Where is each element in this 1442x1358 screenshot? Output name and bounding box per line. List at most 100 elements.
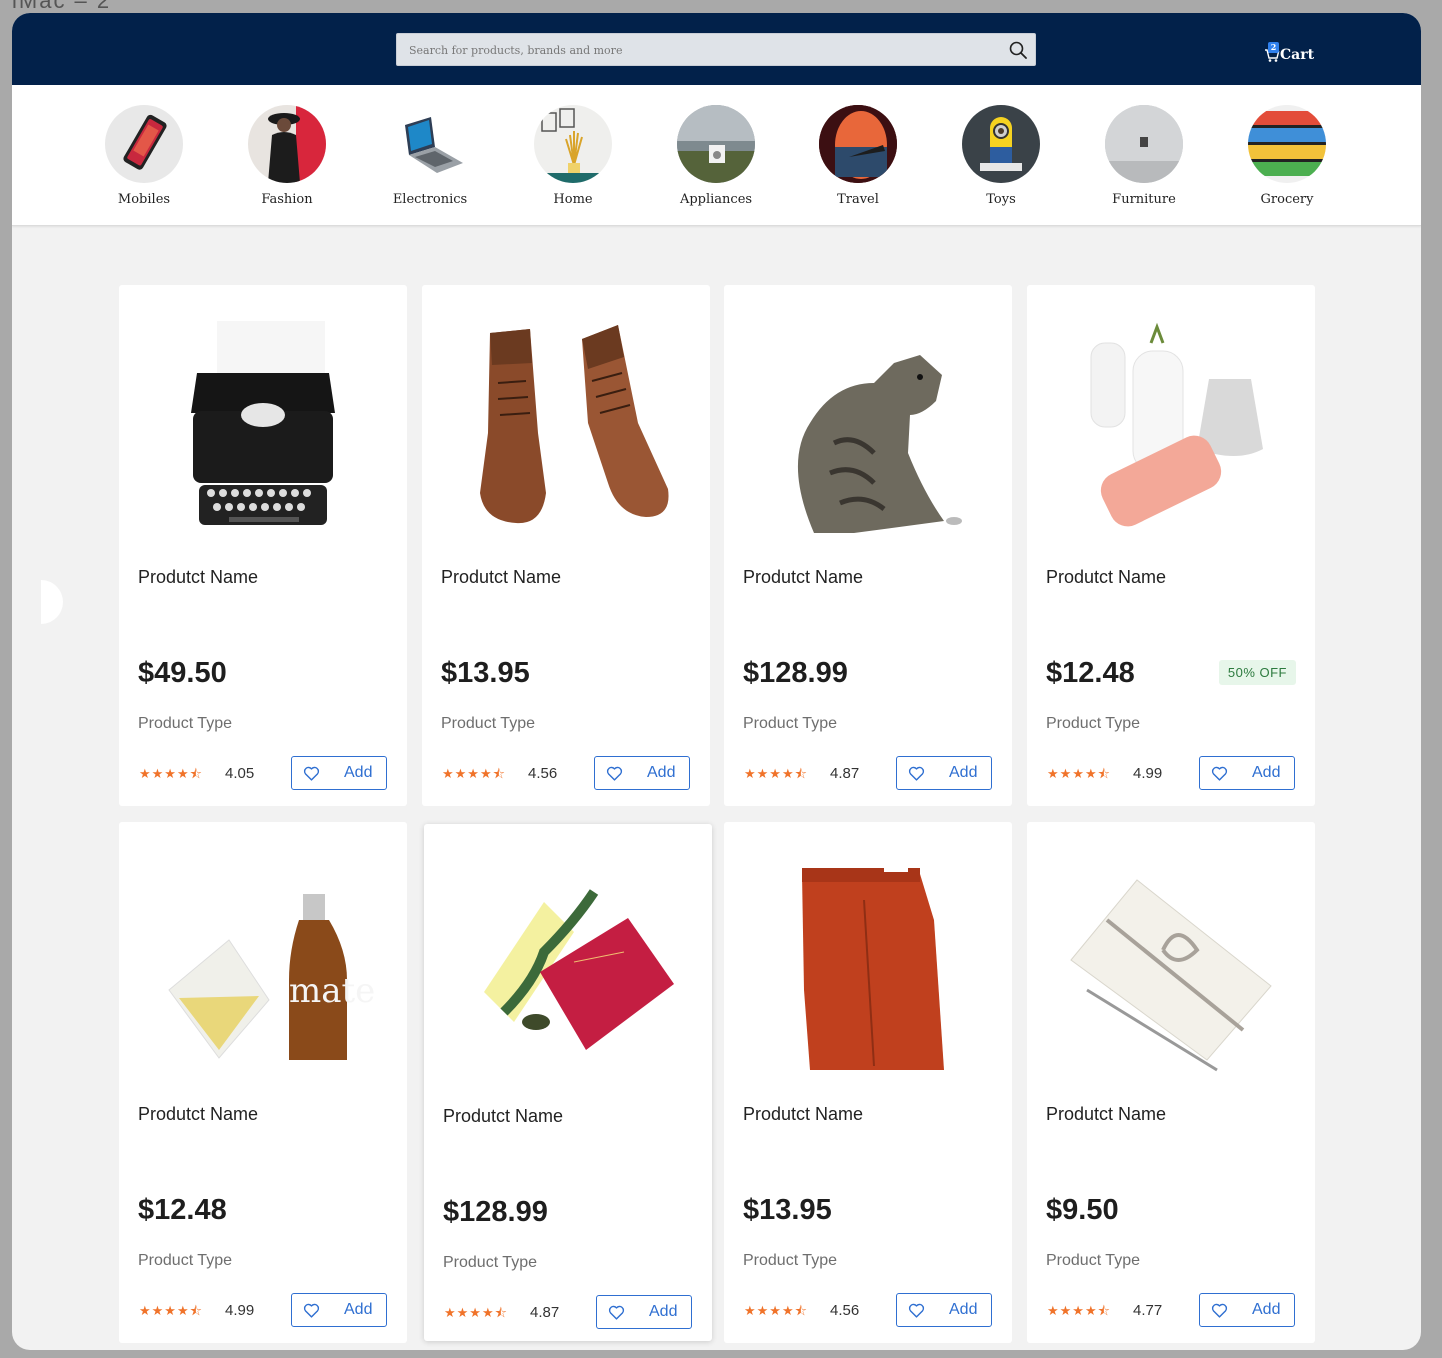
top-header: 2 Cart: [12, 13, 1421, 85]
star-rating-icon: ★★★★⯪: [1047, 766, 1111, 781]
add-label: Add: [949, 1301, 978, 1318]
heart-icon[interactable]: [303, 765, 320, 782]
rating-value: 4.99: [225, 1302, 255, 1319]
category-label: Mobiles: [117, 192, 171, 207]
product-card[interactable]: Produtct Name $9.50 Product Type ★★★★⯪ 4…: [1027, 822, 1315, 1343]
product-card[interactable]: Produtct Name $12.48 50% OFF Product Typ…: [1027, 285, 1315, 806]
cart-label: Cart: [1280, 47, 1315, 63]
minion-toy-image: [962, 105, 1040, 183]
product-name: Produtct Name: [1046, 567, 1167, 587]
room-image: [1105, 105, 1183, 183]
star-rating-icon: ★★★★⯪: [744, 1303, 808, 1318]
product-price: $49.50: [138, 657, 227, 689]
add-button[interactable]: Add: [291, 756, 387, 790]
category-fashion[interactable]: Fashion: [227, 105, 347, 207]
category-mobiles[interactable]: Mobiles: [84, 105, 204, 207]
add-button[interactable]: Add: [291, 1293, 387, 1327]
product-card[interactable]: Produtct Name $13.95 Product Type ★★★★⯪ …: [724, 822, 1012, 1343]
product-card[interactable]: Produtct Name $49.50 Product Type ★★★★⯪ …: [119, 285, 407, 806]
add-button[interactable]: Add: [596, 1295, 692, 1329]
star-rating-icon: ★★★★⯪: [139, 766, 203, 781]
product-type: Product Type: [441, 715, 535, 732]
rating-value: 4.99: [1133, 765, 1163, 782]
product-card[interactable]: Produtct Name $128.99 Product Type ★★★★⯪…: [724, 285, 1012, 806]
heart-icon[interactable]: [303, 1302, 320, 1319]
grocery-shelf-image: [1248, 105, 1326, 183]
product-type: Product Type: [138, 1252, 232, 1269]
phone-image: [105, 105, 183, 183]
star-rating-icon: ★★★★⯪: [744, 766, 808, 781]
product-price: $13.95: [441, 657, 530, 689]
product-price: $128.99: [743, 657, 848, 689]
product-card[interactable]: mate Produtct Name $12.48 Product Type ★…: [119, 822, 407, 1343]
product-card[interactable]: Produtct Name $13.95 Product Type ★★★★⯪ …: [422, 285, 710, 806]
product-name: Produtct Name: [743, 567, 864, 587]
heart-icon[interactable]: [608, 1304, 625, 1321]
washing-machine-image: [677, 105, 755, 183]
add-button[interactable]: Add: [1199, 1293, 1295, 1327]
laptop-image: [391, 105, 469, 183]
add-button[interactable]: Add: [896, 756, 992, 790]
category-label: Furniture: [1112, 192, 1176, 207]
frame-label: iMac – 2: [12, 0, 112, 13]
home-decor-image: [534, 105, 612, 183]
search-icon[interactable]: [1009, 41, 1027, 59]
add-label: Add: [649, 1303, 678, 1320]
star-rating-icon: ★★★★⯪: [139, 1303, 203, 1318]
vases-image: [1047, 303, 1295, 551]
red-pants-image: [744, 840, 992, 1088]
add-label: Add: [949, 764, 978, 781]
heart-icon[interactable]: [908, 1302, 925, 1319]
airplane-window-image: [819, 105, 897, 183]
product-type: Product Type: [443, 1254, 537, 1271]
rating-value: 4.56: [830, 1302, 860, 1319]
category-grocery[interactable]: Grocery: [1227, 105, 1347, 207]
product-type: Product Type: [743, 1252, 837, 1269]
category-label: Home: [553, 192, 593, 207]
add-button[interactable]: Add: [594, 756, 690, 790]
heart-icon[interactable]: [606, 765, 623, 782]
heart-icon[interactable]: [908, 765, 925, 782]
category-label: Fashion: [261, 192, 313, 207]
scroll-left-handle[interactable]: [41, 580, 63, 624]
product-price: $12.48: [1046, 657, 1135, 689]
discount-badge: 50% OFF: [1218, 660, 1296, 685]
add-label: Add: [344, 764, 373, 781]
notebook-image: [444, 842, 692, 1090]
category-electronics[interactable]: Electronics: [370, 105, 490, 207]
category-label: Travel: [837, 192, 879, 207]
product-type: Product Type: [138, 715, 232, 732]
add-label: Add: [344, 1301, 373, 1318]
gift-envelope-image: [1047, 840, 1295, 1088]
cart-count-badge: 2: [1268, 42, 1279, 53]
category-label: Electronics: [392, 192, 468, 207]
heart-icon[interactable]: [1211, 1302, 1228, 1319]
category-label: Appliances: [679, 192, 753, 207]
svg-text:mate: mate: [289, 971, 375, 1011]
product-name: Produtct Name: [138, 1104, 259, 1124]
category-label: Grocery: [1260, 192, 1314, 207]
category-travel[interactable]: Travel: [798, 105, 918, 207]
category-toys[interactable]: Toys: [941, 105, 1061, 207]
add-label: Add: [647, 764, 676, 781]
add-button[interactable]: Add: [1199, 756, 1295, 790]
product-card[interactable]: Produtct Name $128.99 Product Type ★★★★⯪…: [424, 824, 712, 1341]
search-bar[interactable]: [396, 33, 1036, 67]
category-bar: Mobiles Fashion Electronics Home Applian…: [12, 85, 1421, 226]
product-price: $13.95: [743, 1194, 832, 1226]
search-input[interactable]: [407, 34, 1001, 67]
category-home[interactable]: Home: [513, 105, 633, 207]
heart-icon[interactable]: [1211, 765, 1228, 782]
cart-button[interactable]: 2 Cart: [1264, 35, 1314, 63]
product-name: Produtct Name: [443, 1106, 564, 1126]
category-appliances[interactable]: Appliances: [656, 105, 776, 207]
product-price: $9.50: [1046, 1194, 1119, 1226]
add-label: Add: [1252, 764, 1281, 781]
add-button[interactable]: Add: [896, 1293, 992, 1327]
rating-value: 4.87: [530, 1304, 560, 1321]
boots-image: [442, 303, 690, 551]
rating-value: 4.87: [830, 765, 860, 782]
mate-bottle-image: mate: [139, 840, 387, 1088]
product-name: Produtct Name: [138, 567, 259, 587]
category-furniture[interactable]: Furniture: [1084, 105, 1204, 207]
